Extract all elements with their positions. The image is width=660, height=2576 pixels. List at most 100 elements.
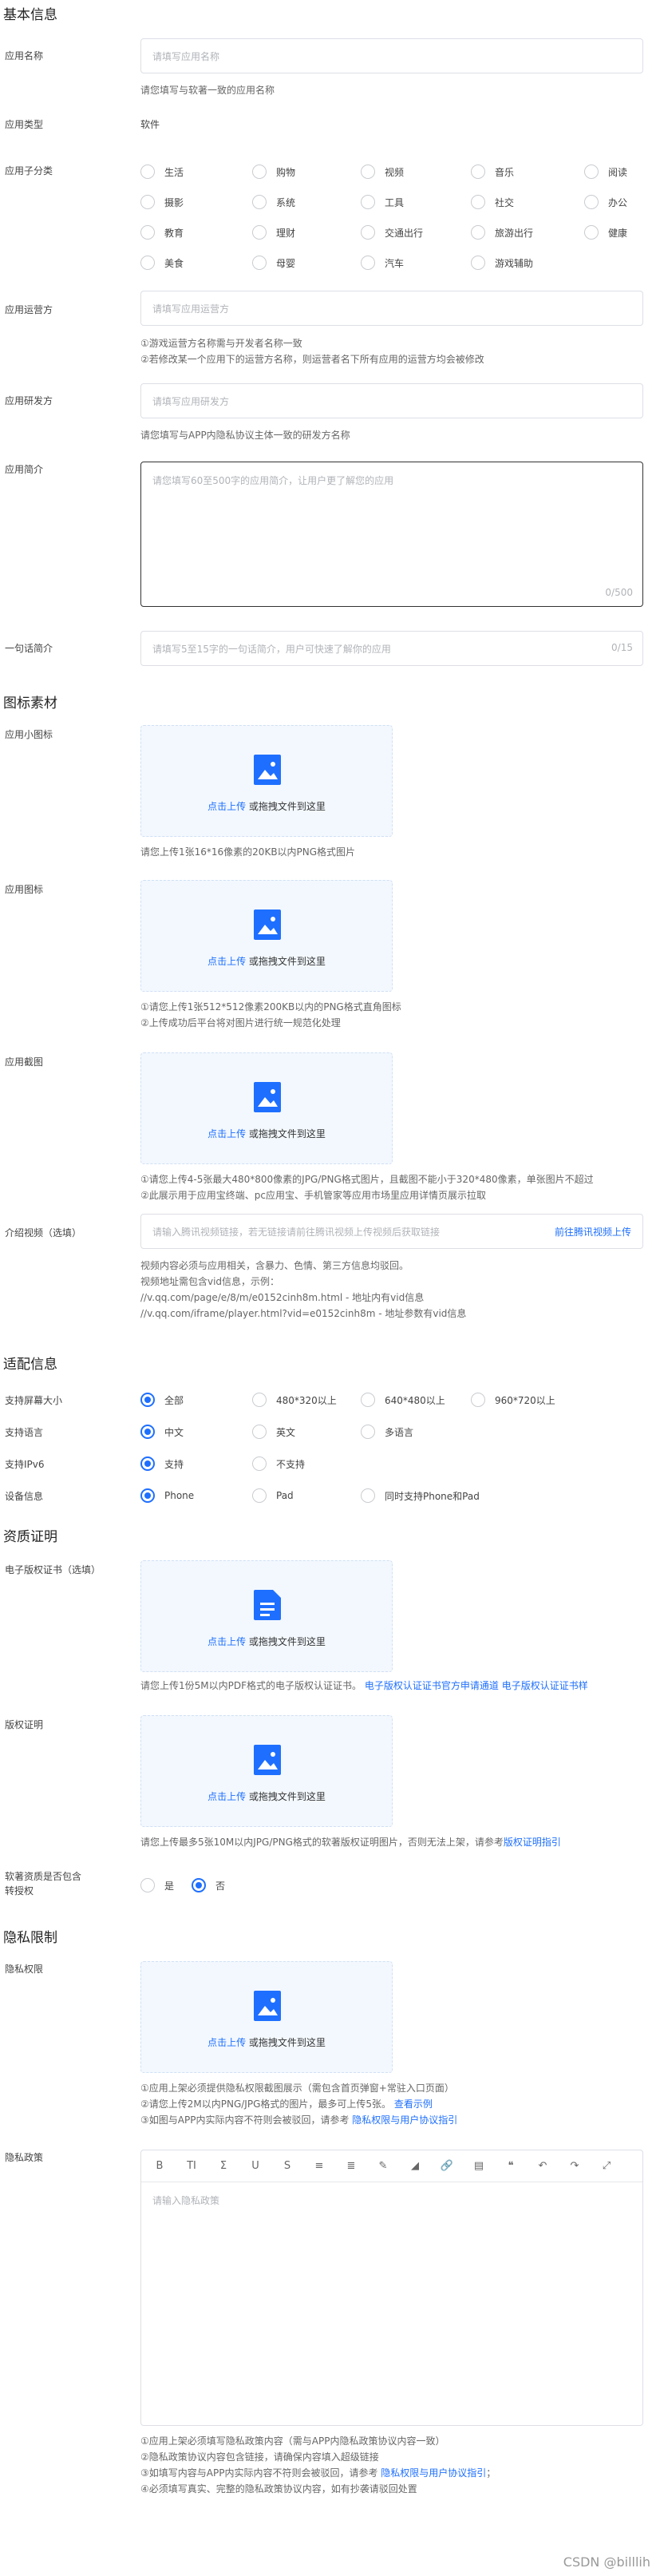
- language-radio[interactable]: 中文: [140, 1425, 184, 1439]
- subcategory-radio[interactable]: 理财: [252, 225, 295, 240]
- subcategory-radio[interactable]: 购物: [252, 164, 295, 179]
- subcategory-radio[interactable]: 工具: [361, 195, 404, 209]
- editor-tool-1[interactable]: TI: [184, 2160, 199, 2172]
- subcategory-radio[interactable]: 母婴: [252, 256, 295, 270]
- subcategory-radio[interactable]: 汽车: [361, 256, 404, 270]
- radio-dot: [140, 256, 155, 270]
- radio-dot: [361, 1393, 375, 1407]
- section-qualification-title: 资质证明: [3, 1529, 57, 1545]
- subcategory-radio-label: 购物: [276, 166, 296, 178]
- editor-tool-9[interactable]: 🔗: [440, 2160, 454, 2172]
- ecopyright-upload[interactable]: 点击上传 或拖拽文件到这里: [140, 1560, 393, 1672]
- subcategory-radio[interactable]: 音乐: [471, 164, 514, 179]
- radio-dot: [140, 1425, 155, 1439]
- hardcopy-label-line2: 转授权: [5, 1885, 34, 1896]
- ecopyright-apply-link[interactable]: 电子版权认证证书官方申请通道: [365, 1680, 499, 1691]
- editor-tool-3[interactable]: U: [248, 2160, 263, 2172]
- upload-link[interactable]: 点击上传: [207, 2037, 246, 2048]
- device-radio[interactable]: Pad: [252, 1488, 294, 1503]
- privacy-guide-link[interactable]: 隐私权限与用户协议指引: [352, 2114, 457, 2126]
- privacy-policy-guide-link[interactable]: 隐私权限与用户协议指引: [381, 2467, 486, 2479]
- operator-placeholder: 请填写应用运营方: [152, 303, 230, 315]
- radio-dot: [140, 1456, 155, 1471]
- editor-tool-13[interactable]: ↷: [567, 2160, 582, 2172]
- editor-tool-5[interactable]: ≡: [312, 2160, 326, 2172]
- hardcopy-radio[interactable]: 否: [192, 1878, 225, 1892]
- editor-tool-14[interactable]: ⤢: [599, 2160, 614, 2172]
- subcategory-radio[interactable]: 社交: [471, 195, 514, 209]
- editor-tool-8[interactable]: ◢: [408, 2160, 422, 2172]
- app-icon-upload[interactable]: 点击上传 或拖拽文件到这里: [140, 880, 393, 992]
- video-input[interactable]: 请输入腾讯视频链接，若无链接请前往腾讯视频上传视频后获取链接 前往腾讯视频上传: [140, 1214, 643, 1249]
- ecopyright-sample-link[interactable]: 电子版权认证证书样: [502, 1680, 588, 1691]
- subcategory-radio-label: 摄影: [164, 196, 184, 208]
- device-radio-label: Pad: [276, 1490, 294, 1501]
- developer-hint: 请您填写与APP内隐私协议主体一致的研发方名称: [140, 430, 350, 441]
- privacy-perm-upload[interactable]: 点击上传 或拖拽文件到这里: [140, 1961, 393, 2073]
- ipv6-radio[interactable]: 支持: [140, 1456, 184, 1471]
- subcategory-radio[interactable]: 美食: [140, 256, 184, 270]
- editor-tool-7[interactable]: ✎: [376, 2160, 390, 2172]
- editor-tool-11[interactable]: ❝: [504, 2160, 518, 2172]
- radio-dot: [361, 256, 375, 270]
- subcategory-radio[interactable]: 系统: [252, 195, 295, 209]
- subcategory-radio[interactable]: 教育: [140, 225, 184, 240]
- upload-link[interactable]: 点击上传: [207, 801, 246, 812]
- screen-radio[interactable]: 全部: [140, 1393, 184, 1407]
- privacy-example-link[interactable]: 查看示例: [394, 2098, 433, 2110]
- screenshots-hint-2: ②此展示用于应用宝终端、pc应用宝、手机管家等应用市场里应用详情页展示拉取: [140, 1190, 486, 1201]
- subcategory-radio[interactable]: 健康: [584, 225, 627, 240]
- language-radio[interactable]: 多语言: [361, 1425, 413, 1439]
- copyright-upload[interactable]: 点击上传 或拖拽文件到这里: [140, 1715, 393, 1827]
- intro-textarea[interactable]: 请您填写60至500字的应用简介，让用户更了解您的应用 0/500: [140, 462, 643, 607]
- hardcopy-radio[interactable]: 是: [140, 1878, 174, 1892]
- radio-dot: [584, 225, 599, 240]
- radio-dot: [140, 1488, 155, 1503]
- privacy-policy-editor[interactable]: B TI Ʃ U S ≡ ≣ ✎ ◢ 🔗 ▤ ❝ ↶ ↷ ⤢ 请输入隐私政策: [140, 2150, 643, 2426]
- editor-tool-6[interactable]: ≣: [344, 2160, 358, 2172]
- small-icon-upload[interactable]: 点击上传 或拖拽文件到这里: [140, 725, 393, 837]
- editor-tool-2[interactable]: Ʃ: [216, 2160, 231, 2172]
- ecopyright-hint-text: 请您上传1份5M以内PDF格式的电子版权认证证书。: [140, 1680, 362, 1691]
- language-radio[interactable]: 英文: [252, 1425, 295, 1439]
- radio-dot: [252, 195, 267, 209]
- operator-input[interactable]: 请填写应用运营方: [140, 291, 643, 326]
- editor-tool-0[interactable]: B: [152, 2160, 167, 2172]
- subcategory-radio[interactable]: 生活: [140, 164, 184, 179]
- subcategory-radio-label: 系统: [276, 196, 296, 208]
- radio-dot: [361, 1425, 375, 1439]
- subcategory-radio[interactable]: 办公: [584, 195, 627, 209]
- upload-link[interactable]: 点击上传: [207, 1791, 246, 1802]
- subcategory-radio[interactable]: 游戏辅助: [471, 256, 533, 270]
- upload-link[interactable]: 点击上传: [207, 1128, 246, 1139]
- ipv6-radio[interactable]: 不支持: [252, 1456, 305, 1471]
- upload-link[interactable]: 点击上传: [207, 956, 246, 967]
- screen-radio[interactable]: 640*480以上: [361, 1393, 445, 1407]
- screen-radio[interactable]: 480*320以上: [252, 1393, 337, 1407]
- video-upload-link[interactable]: 前往腾讯视频上传: [555, 1225, 631, 1238]
- brief-input[interactable]: 请填写5至15字的一句话简介，用户可快速了解你的应用 0/15: [140, 631, 643, 666]
- video-placeholder: 请输入腾讯视频链接，若无链接请前往腾讯视频上传视频后获取链接: [152, 1227, 441, 1238]
- watermark: CSDN @billlih: [563, 2554, 650, 2570]
- editor-tool-10[interactable]: ▤: [472, 2160, 486, 2172]
- copyright-guide-link[interactable]: 版权证明指引: [504, 1837, 561, 1848]
- subcategory-radio[interactable]: 摄影: [140, 195, 184, 209]
- radio-dot: [471, 1393, 485, 1407]
- subcategory-radio[interactable]: 视频: [361, 164, 404, 179]
- device-radio[interactable]: Phone: [140, 1488, 194, 1503]
- editor-tool-12[interactable]: ↶: [536, 2160, 550, 2172]
- subcategory-radio[interactable]: 阅读: [584, 164, 627, 179]
- upload-tail: 或拖拽文件到这里: [248, 1791, 326, 1802]
- screen-radio[interactable]: 960*720以上: [471, 1393, 555, 1407]
- screen-label: 支持屏幕大小: [5, 1395, 63, 1406]
- subcategory-radio[interactable]: 旅游出行: [471, 225, 533, 240]
- video-label: 介绍视频（选填）: [5, 1227, 82, 1238]
- device-radio[interactable]: 同时支持Phone和Pad: [361, 1488, 480, 1503]
- subcategory-radio[interactable]: 交通出行: [361, 225, 423, 240]
- app-name-input[interactable]: 请填写应用名称: [140, 38, 643, 73]
- developer-input[interactable]: 请填写应用研发方: [140, 383, 643, 418]
- radio-dot: [584, 195, 599, 209]
- editor-tool-4[interactable]: S: [280, 2160, 294, 2172]
- screenshots-upload[interactable]: 点击上传 或拖拽文件到这里: [140, 1052, 393, 1164]
- upload-link[interactable]: 点击上传: [207, 1636, 246, 1647]
